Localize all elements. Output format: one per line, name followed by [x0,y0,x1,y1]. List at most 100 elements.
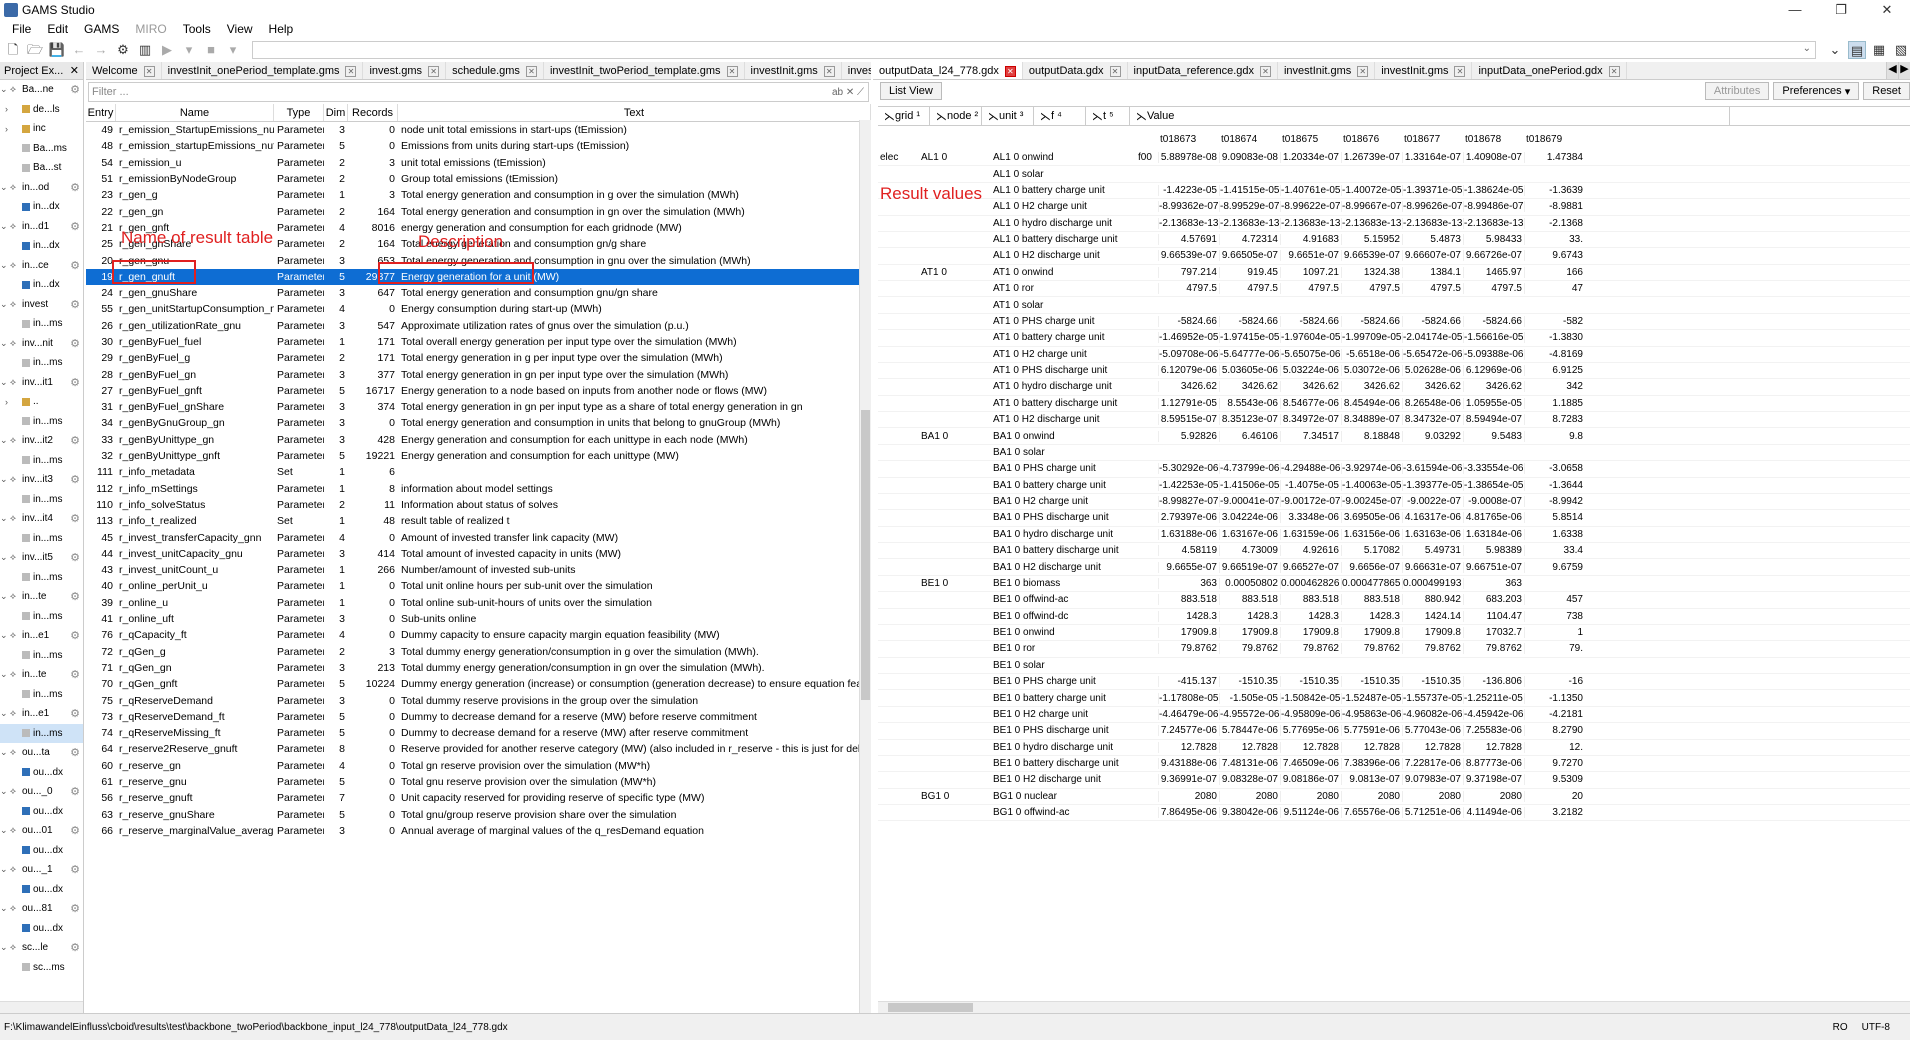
table-row[interactable]: 76 r_qCapacity_ft Parameter 4 0 Dummy capacit… [86,627,871,643]
pivot-value[interactable]: -5.6518e-06 [1341,348,1402,360]
pivot-value[interactable]: 2080 [1158,790,1219,802]
pivot-value[interactable]: -8.99626e-07 [1402,201,1463,213]
tree-expander-icon[interactable]: ⌄ ⟡ [0,513,22,524]
scrollbar-thumb-right[interactable] [888,1003,973,1012]
pivot-value[interactable]: 8.34889e-07 [1341,414,1402,426]
pivot-value[interactable]: 4797.5 [1402,283,1463,295]
editor-tab[interactable]: investInit_twoPeriod_template.gms ✕ [544,62,745,79]
run-dropdown-icon[interactable]: ▾ [180,41,198,59]
dimension-header[interactable]: ⋋ t ⁵ [1086,107,1130,125]
project-tree-node[interactable]: Ba...st [0,158,83,178]
project-tree-node[interactable]: ou...dx [0,763,83,783]
pivot-value[interactable]: -9.0022e-07 [1402,496,1463,508]
tab-close-icon[interactable]: ✕ [1259,65,1271,77]
editor-tab[interactable]: Welcome ✕ [86,62,162,79]
pivot-value[interactable]: -8.9942 [1524,496,1585,508]
table-row[interactable]: 32 r_genByUnittype_gnft Parameter 5 19221 Ene… [86,448,871,464]
pivot-value[interactable]: 9.07983e-07 [1402,774,1463,786]
tree-expander-icon[interactable]: ⌄ ⟡ [0,630,22,641]
pivot-value[interactable]: 9.7270 [1524,758,1585,770]
pivot-value[interactable]: 3426.62 [1341,381,1402,393]
pivot-value[interactable]: 4797.5 [1158,283,1219,295]
pivot-value[interactable]: 9.66726e-07 [1463,250,1524,262]
pivot-value[interactable]: 9.36991e-07 [1158,774,1219,786]
pivot-value[interactable]: 5.03072e-06 [1341,365,1402,377]
pivot-value[interactable]: 1.1885 [1524,397,1585,409]
col-entry[interactable]: Entry [86,104,116,121]
pivot-value[interactable]: 4.81765e-06 [1463,512,1524,524]
pivot-value[interactable]: -5824.66 [1463,315,1524,327]
pivot-value[interactable]: 883.518 [1341,594,1402,606]
settings-gear-icon[interactable]: ⚙ [70,902,80,915]
project-tree-node[interactable]: › inc [0,119,83,139]
attributes-button[interactable]: Attributes [1704,82,1770,100]
pivot-value[interactable]: -1.42253e-05 [1158,479,1219,491]
tree-expander-icon[interactable]: ⌄ ⟡ [0,299,22,310]
pivot-value[interactable]: -1.40072e-05 [1341,184,1402,196]
tab-scroll-left-icon[interactable]: ◀ [1886,62,1898,79]
pivot-value[interactable]: 9.8 [1524,430,1585,442]
table-row[interactable]: 61 r_reserve_gnu Parameter 5 0 Total gnu rese… [86,774,871,790]
tab-close-icon[interactable]: ✕ [1109,65,1121,77]
table-row[interactable]: 26 r_gen_utilizationRate_gnu Parameter 3 547… [86,318,871,334]
pivot-value[interactable]: -8.99667e-07 [1341,201,1402,213]
table-row[interactable]: 45 r_invest_transferCapacity_gnn Parameter… [86,529,871,545]
pivot-value[interactable]: 8.87773e-06 [1463,758,1524,770]
tree-expander-icon[interactable]: ⌄ ⟡ [0,338,22,349]
pivot-value[interactable]: -5.30292e-06 [1158,463,1219,475]
pivot-value[interactable]: 5.02628e-06 [1402,365,1463,377]
settings-gear-icon[interactable]: ⚙ [70,298,80,311]
pivot-value[interactable]: 6.12079e-06 [1158,365,1219,377]
pivot-value[interactable]: 1104.47 [1463,610,1524,622]
pivot-value[interactable]: -1510.35 [1219,676,1280,688]
tree-expander-icon[interactable]: ⌄ ⟡ [0,221,22,232]
col-name[interactable]: Name [116,104,274,121]
pivot-value[interactable]: 79.8762 [1280,643,1341,655]
table-row[interactable]: 63 r_reserve_gnuShare Parameter 5 0 Total gnu… [86,806,871,822]
table-row[interactable]: 34 r_genByGnuGroup_gn Parameter 3 0 Total ene… [86,415,871,431]
pivot-value[interactable]: -5824.66 [1341,315,1402,327]
run-icon[interactable]: ▶ [158,41,176,59]
tree-expander-icon[interactable]: ⌄ ⟡ [0,708,22,719]
pivot-value[interactable]: 7.34517 [1280,430,1341,442]
pivot-value[interactable]: 9.6743 [1524,250,1585,262]
pivot-value[interactable]: 33. [1524,234,1585,246]
dimension-header[interactable]: ⋋ node ² [930,107,982,125]
pivot-value[interactable]: 6.12969e-06 [1463,365,1524,377]
settings-gear-icon[interactable]: ⚙ [70,181,80,194]
tree-expander-icon[interactable]: ⌄ ⟡ [0,591,22,602]
settings-gear-icon[interactable]: ⚙ [70,707,80,720]
pivot-value[interactable]: 5.92826 [1158,430,1219,442]
menu-help[interactable]: Help [261,22,302,36]
project-tree-node[interactable]: ⌄ ⟡ inv...it5 ⚙ [0,548,83,568]
pivot-value[interactable]: 17909.8 [1402,627,1463,639]
project-tree-node[interactable]: in...ms [0,646,83,666]
pivot-value[interactable]: -3.61594e-06 [1402,463,1463,475]
pivot-value[interactable]: 9.66539e-07 [1341,250,1402,262]
tree-expander-icon[interactable]: ⌄ ⟡ [0,786,22,797]
pivot-value[interactable]: 1465.97 [1463,266,1524,278]
close-icon[interactable]: ✕ [70,64,79,77]
project-tree-node[interactable]: in...ms [0,529,83,549]
tree-expander-icon[interactable]: ⌄ ⟡ [0,669,22,680]
project-tree-node[interactable]: in...dx [0,275,83,295]
tree-expander-icon[interactable]: ⌄ ⟡ [0,825,22,836]
editor-tab[interactable]: investInit.gms ✕ [745,62,842,79]
pivot-value[interactable]: 12.7828 [1219,741,1280,753]
pivot-value[interactable]: 17909.8 [1158,627,1219,639]
dimension-header[interactable]: ⋋ f ⁴ [1034,107,1086,125]
pivot-value[interactable]: -1.40761e-05 [1280,184,1341,196]
pivot-value[interactable]: -5824.66 [1402,315,1463,327]
pivot-value[interactable]: -5.65472e-06 [1402,348,1463,360]
project-tree-node[interactable]: in...ms [0,490,83,510]
tab-close-icon[interactable]: ✕ [1004,65,1016,77]
pivot-value[interactable]: 12. [1524,741,1585,753]
pivot-value[interactable]: -5.65075e-06 [1280,348,1341,360]
table-row[interactable]: 70 r_qGen_gnft Parameter 5 10224 Dummy energy… [86,676,871,692]
pivot-value[interactable]: 1428.3 [1158,610,1219,622]
preferences-button[interactable]: Preferences ▾ [1773,82,1860,100]
settings-gear-icon[interactable]: ⚙ [70,629,80,642]
project-tree-node[interactable]: ⌄ ⟡ in...e1 ⚙ [0,626,83,646]
settings-gear-icon[interactable]: ⚙ [70,668,80,681]
pivot-value[interactable]: -1.50842e-05 [1280,692,1341,704]
